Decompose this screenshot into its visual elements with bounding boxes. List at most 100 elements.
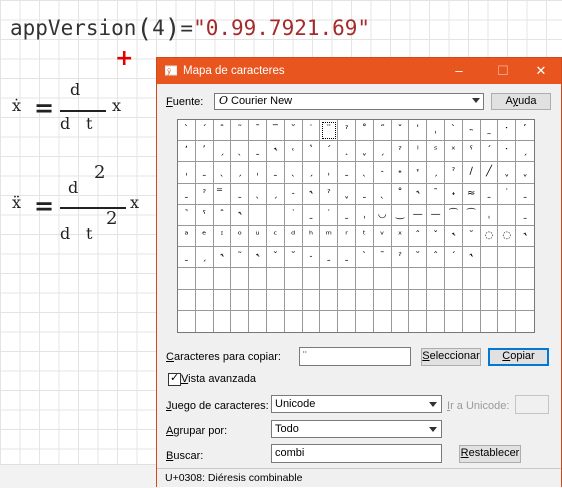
character-cell[interactable]: ˌ — [480, 204, 499, 226]
character-cell[interactable]: ᵉ — [195, 226, 214, 248]
character-cell[interactable]: ʼ — [178, 141, 196, 163]
character-cell[interactable]: ˇ — [266, 247, 285, 269]
character-cell[interactable]: ¯ — [249, 120, 267, 142]
character-cell[interactable]: ˘ — [284, 247, 303, 269]
character-cell[interactable]: ˎ — [284, 162, 303, 184]
character-cell[interactable] — [498, 268, 517, 290]
character-cell[interactable]: ˍ — [338, 247, 356, 269]
character-cell[interactable] — [480, 289, 499, 311]
character-cell[interactable]: ⁀ — [462, 204, 481, 226]
character-cell[interactable]: ˍ — [178, 247, 196, 269]
characters-to-copy-input[interactable]: ¨ — [299, 347, 411, 366]
character-cell[interactable]: ◌ — [498, 226, 517, 248]
character-cell[interactable]: ˍ — [195, 162, 214, 184]
character-cell[interactable]: ˘ — [462, 226, 481, 248]
character-cell[interactable]: ∕ — [462, 162, 481, 184]
character-cell[interactable]: ˍ — [320, 247, 339, 269]
character-cell[interactable] — [178, 268, 196, 290]
character-cell[interactable]: ˞ — [213, 247, 232, 269]
character-cell[interactable] — [195, 289, 214, 311]
character-cell[interactable] — [481, 310, 499, 332]
help-button[interactable]: Ayuda — [491, 93, 551, 110]
character-cell[interactable]: ˞ — [409, 183, 428, 205]
character-cell[interactable]: ˇ — [391, 120, 410, 142]
character-cell[interactable] — [231, 289, 250, 311]
character-cell[interactable]: ˎ — [373, 183, 392, 205]
character-cell[interactable] — [285, 310, 303, 332]
character-cell[interactable] — [516, 268, 534, 290]
character-cell[interactable]: ˋ — [355, 247, 374, 269]
character-cell[interactable]: ˌ — [355, 204, 374, 226]
character-cell[interactable]: ˞ — [444, 226, 463, 248]
character-cell[interactable] — [284, 268, 303, 290]
group-by-dropdown[interactable]: Todo — [271, 420, 442, 438]
character-cell[interactable] — [462, 289, 481, 311]
character-cell[interactable] — [231, 268, 250, 290]
character-cell[interactable]: ˞ — [231, 204, 250, 226]
character-cell[interactable]: ᵛ — [373, 226, 392, 248]
character-cell[interactable]: ˗ — [302, 247, 321, 269]
character-cell[interactable]: ˣ — [391, 226, 410, 248]
character-cell[interactable]: ˘ — [284, 120, 303, 142]
character-cell[interactable]: ᵃ — [178, 226, 196, 248]
character-cell[interactable]: ˰ — [338, 141, 356, 163]
character-cell[interactable] — [480, 268, 499, 290]
character-cell[interactable] — [480, 247, 499, 269]
advanced-view-checkbox[interactable]: ✓ — [168, 372, 181, 386]
character-cell[interactable]: ˬ — [338, 183, 356, 205]
character-cell[interactable]: ᶜ — [266, 226, 285, 248]
character-cell[interactable] — [445, 310, 463, 332]
character-cell[interactable] — [516, 247, 534, 269]
character-cell[interactable]: ˏ — [266, 183, 285, 205]
character-cell[interactable]: ˍ — [516, 205, 534, 226]
character-cell[interactable] — [427, 289, 445, 311]
character-cell[interactable] — [427, 268, 445, 290]
character-cell[interactable]: ʰ — [302, 226, 321, 248]
character-cell[interactable] — [444, 268, 463, 290]
character-cell[interactable]: ¨ — [320, 120, 339, 142]
character-cell[interactable] — [373, 289, 392, 311]
character-cell[interactable]: ˆ — [213, 204, 232, 226]
character-cell[interactable] — [392, 310, 410, 332]
character-cell[interactable] — [355, 268, 374, 290]
character-cell[interactable]: ᵘ — [249, 226, 267, 248]
character-cell[interactable] — [266, 268, 285, 290]
character-cell[interactable] — [391, 268, 410, 290]
character-cell[interactable]: ˙ — [320, 204, 339, 226]
character-cell[interactable] — [444, 289, 463, 311]
character-cell[interactable]: ˚ — [391, 183, 410, 205]
character-cell[interactable] — [195, 268, 214, 290]
character-cell[interactable] — [249, 204, 267, 226]
character-cell[interactable]: ◌ — [480, 226, 499, 248]
character-cell[interactable]: — — [427, 204, 445, 226]
character-cell[interactable]: ˍ — [249, 141, 267, 163]
copy-button[interactable]: Copiar — [488, 348, 549, 366]
character-cell[interactable]: ʹ — [195, 141, 214, 163]
character-cell[interactable]: ˍ — [355, 183, 374, 205]
character-cell[interactable]: ˣ — [444, 141, 463, 163]
character-cell[interactable] — [196, 310, 214, 332]
character-cell[interactable]: ˌ — [178, 162, 196, 184]
window-titlebar[interactable]: ÿ Mapa de caracteres – ☐ ✕ — [157, 58, 561, 84]
character-cell[interactable]: ˌ — [249, 162, 267, 184]
character-cell[interactable]: ˏ — [302, 162, 321, 184]
character-cell[interactable]: ʳ — [338, 226, 356, 248]
character-cell[interactable]: ˀ — [391, 141, 410, 163]
character-cell[interactable] — [303, 310, 321, 332]
character-cell[interactable]: ˇ — [427, 226, 445, 248]
character-cell[interactable] — [516, 311, 534, 332]
close-button[interactable]: ✕ — [519, 58, 562, 84]
character-cell[interactable]: ˺ — [178, 204, 196, 226]
character-cell[interactable]: ˊ — [444, 247, 463, 269]
character-cell[interactable] — [391, 289, 410, 311]
character-cell[interactable] — [356, 310, 374, 332]
character-cell[interactable] — [213, 268, 232, 290]
character-cell[interactable] — [409, 310, 428, 332]
character-cell[interactable]: ˆ — [213, 120, 232, 142]
character-cell[interactable]: ˵ — [462, 120, 481, 142]
character-cell[interactable] — [498, 204, 517, 226]
character-cell[interactable]: ˊ — [480, 141, 499, 163]
character-cell[interactable] — [338, 310, 356, 332]
character-cell[interactable]: ‾ — [266, 120, 285, 142]
character-cell[interactable]: ˀ — [320, 183, 339, 205]
